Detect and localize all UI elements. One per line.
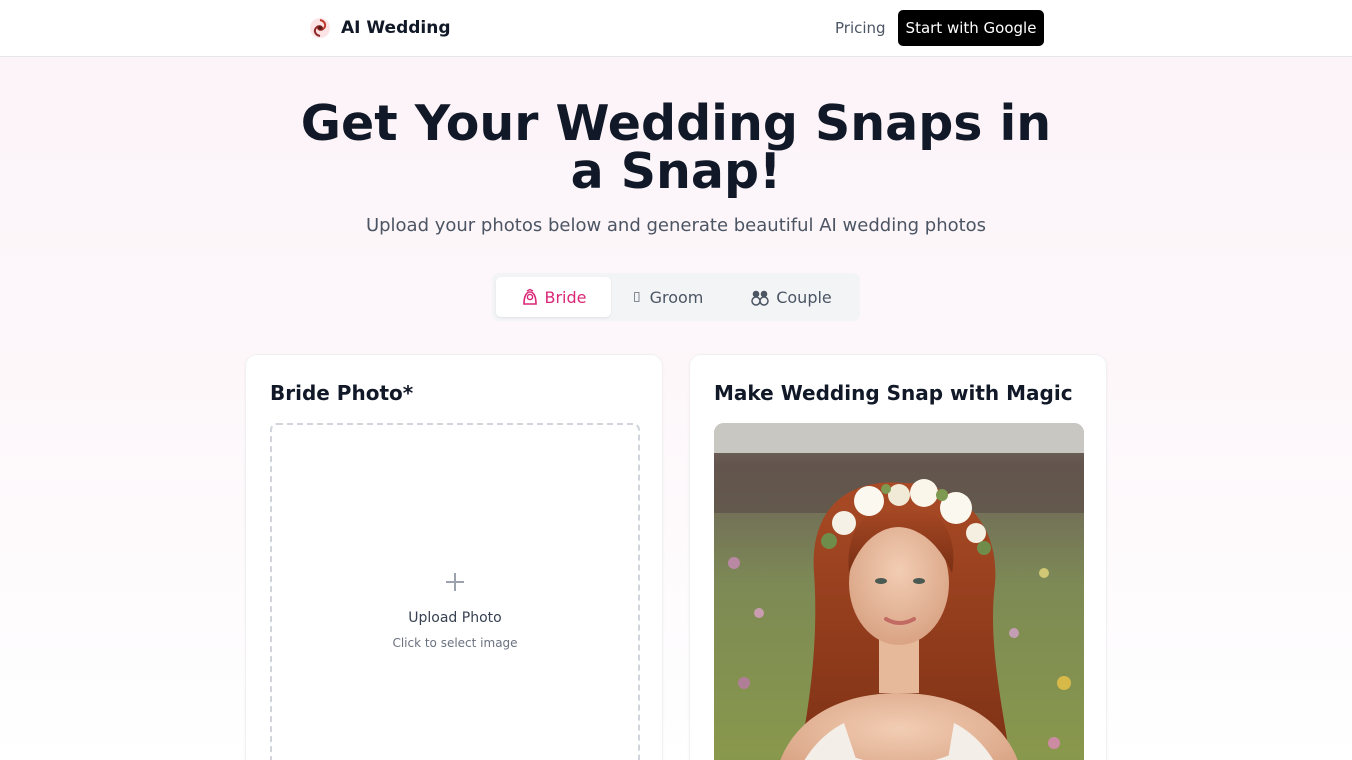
start-with-google-button[interactable]: Start with Google [898, 10, 1044, 46]
bride-icon [522, 288, 537, 305]
nav-link-pricing[interactable]: Pricing [835, 19, 886, 37]
tab-bride-label: Bride [544, 287, 587, 307]
sample-bride-photo [714, 423, 1084, 760]
photo-upload-dropzone[interactable]: Upload Photo Click to select image [270, 423, 640, 760]
tab-groom-label: Groom [649, 287, 704, 307]
mode-tabs: Bride Groom Couple [492, 273, 860, 321]
tab-groom[interactable]: Groom [611, 277, 726, 317]
plus-icon [446, 573, 464, 591]
upload-card: Bride Photo* Upload Photo Click to selec… [245, 354, 663, 760]
top-nav: AI Wedding Pricing Start with Google [0, 0, 1352, 57]
logo-icon [310, 18, 330, 38]
preview-card-title: Make Wedding Snap with Magic [714, 381, 1073, 405]
upload-label: Upload Photo [408, 610, 502, 626]
couple-icon [751, 290, 769, 306]
preview-card: Make Wedding Snap with Magic [689, 354, 1107, 760]
page-title: Get Your Wedding Snaps in a Snap! [300, 95, 1052, 200]
groom-icon [633, 292, 639, 302]
tab-couple-label: Couple [776, 287, 832, 307]
upload-hint: Click to select image [392, 636, 518, 650]
upload-card-title: Bride Photo* [270, 381, 414, 405]
tab-bride[interactable]: Bride [496, 277, 611, 317]
tab-couple[interactable]: Couple [726, 277, 856, 317]
brand-logo[interactable]: AI Wedding [309, 17, 451, 39]
page-subtitle: Upload your photos below and generate be… [365, 215, 987, 236]
brand-name: AI Wedding [341, 18, 451, 38]
